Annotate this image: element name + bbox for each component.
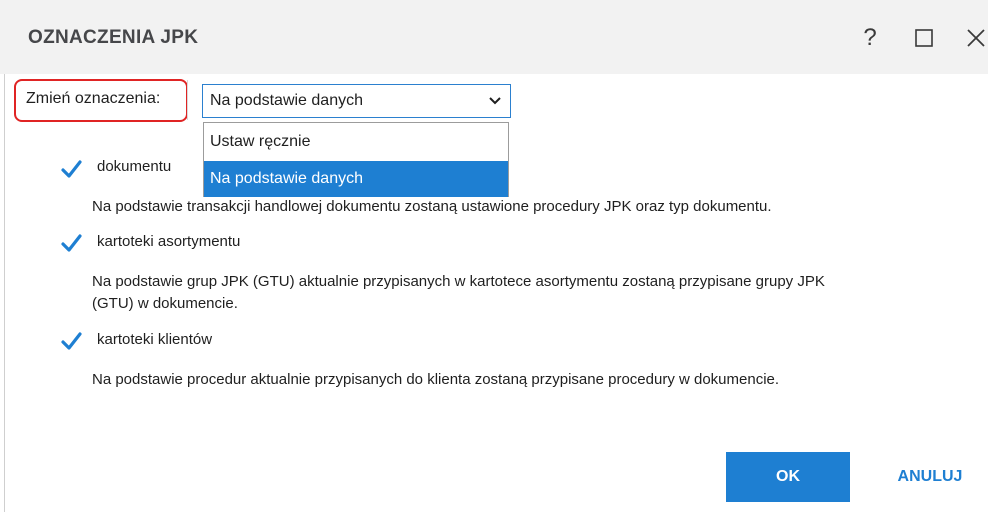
cancel-button[interactable]: ANULUJ (880, 452, 980, 502)
dialog-border (4, 0, 5, 512)
dokumentu-label: dokumentu (97, 158, 172, 175)
checkmark-icon (61, 160, 82, 178)
dialog-title: OZNACZENIA JPK (28, 27, 199, 48)
kartoteki-asortymentu-description-line2: (GTU) w dokumencie. (92, 295, 238, 312)
jpk-marks-dialog: OZNACZENIA JPK ? Zmień oznaczenia: Na po… (0, 0, 988, 512)
kartoteki-klientow-description: Na podstawie procedur aktualnie przypisa… (92, 371, 780, 388)
dokumentu-description: Na podstawie transakcji handlowej dokume… (92, 198, 772, 215)
maximize-button[interactable] (906, 20, 942, 56)
select-dropdown-list: Ustaw ręcznie Na podstawie danych (203, 122, 509, 197)
kartoteki-asortymentu-label: kartoteki asortymentu (97, 233, 241, 250)
maximize-icon (915, 29, 933, 47)
ok-button[interactable]: OK (726, 452, 850, 502)
dokumentu-checkbox[interactable] (60, 158, 82, 180)
dropdown-option-manual[interactable]: Ustaw ręcznie (204, 124, 508, 160)
change-marks-select[interactable]: Na podstawie danych (202, 84, 511, 118)
help-button[interactable]: ? (852, 20, 888, 56)
kartoteki-asortymentu-checkbox[interactable] (60, 232, 82, 254)
kartoteki-asortymentu-description-line1: Na podstawie grup JPK (GTU) aktualnie pr… (92, 273, 825, 290)
kartoteki-klientow-label: kartoteki klientów (97, 331, 213, 348)
select-value: Na podstawie danych (210, 92, 363, 109)
kartoteki-klientow-checkbox[interactable] (60, 330, 82, 352)
checkmark-icon (61, 234, 82, 252)
dropdown-option-from-data[interactable]: Na podstawie danych (204, 161, 508, 197)
close-icon (967, 29, 985, 47)
checkmark-icon (61, 332, 82, 350)
chevron-down-icon (489, 97, 501, 105)
title-bar: OZNACZENIA JPK ? (0, 0, 988, 74)
label-separator (187, 80, 188, 120)
close-button[interactable] (958, 20, 988, 56)
change-marks-label: Zmień oznaczenia: (26, 90, 161, 107)
